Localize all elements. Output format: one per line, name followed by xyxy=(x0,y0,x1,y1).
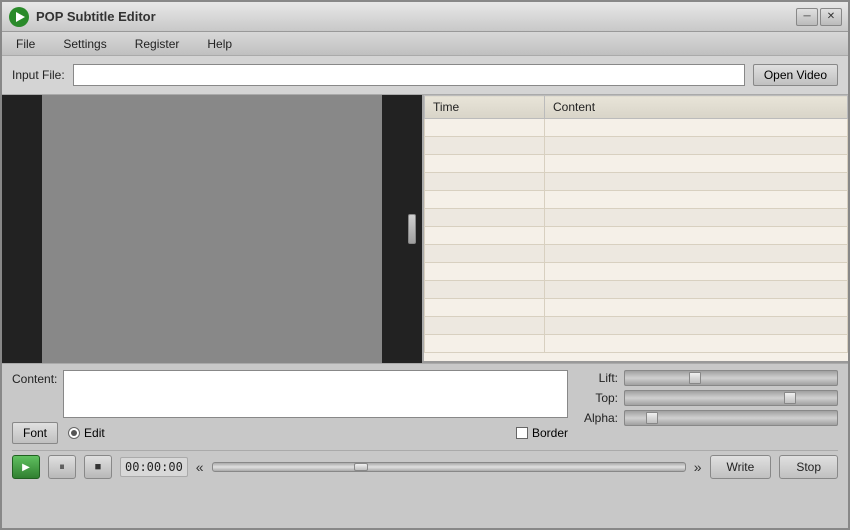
menu-settings[interactable]: Settings xyxy=(59,35,110,53)
menu-help[interactable]: Help xyxy=(203,35,236,53)
border-checkbox[interactable] xyxy=(516,427,528,439)
title-bar: POP Subtitle Editor ─ ✕ xyxy=(2,2,848,32)
table-row[interactable] xyxy=(425,299,848,317)
table-row[interactable] xyxy=(425,263,848,281)
write-button[interactable]: Write xyxy=(710,455,772,479)
stop-small-icon: ■ xyxy=(95,461,102,473)
table-row[interactable] xyxy=(425,227,848,245)
alpha-slider-row: Alpha: xyxy=(578,410,838,426)
play-button[interactable]: ▶ xyxy=(12,455,40,479)
border-check-row[interactable]: Border xyxy=(516,426,568,440)
menu-file[interactable]: File xyxy=(12,35,39,53)
border-label: Border xyxy=(532,426,568,440)
top-slider[interactable] xyxy=(624,390,838,406)
seek-forward-icon[interactable]: » xyxy=(694,459,702,475)
menu-register[interactable]: Register xyxy=(131,35,184,53)
top-thumb[interactable] xyxy=(784,392,796,404)
font-edit-row: Font Edit Border xyxy=(12,422,568,444)
content-label: Content: xyxy=(12,370,57,386)
alpha-thumb[interactable] xyxy=(646,412,658,424)
close-button[interactable]: ✕ xyxy=(820,8,842,26)
progress-thumb[interactable] xyxy=(354,463,368,471)
table-row[interactable] xyxy=(425,191,848,209)
window-controls: ─ ✕ xyxy=(796,8,842,26)
alpha-slider[interactable] xyxy=(624,410,838,426)
table-row[interactable] xyxy=(425,209,848,227)
subtitle-table: Time Content xyxy=(424,95,848,353)
table-row[interactable] xyxy=(425,245,848,263)
top-slider-row: Top: xyxy=(578,390,838,406)
edit-radio-circle[interactable] xyxy=(68,427,80,439)
open-video-button[interactable]: Open Video xyxy=(753,64,838,86)
main-area: Time Content xyxy=(2,95,848,363)
app-logo-icon xyxy=(8,6,30,28)
table-row[interactable] xyxy=(425,281,848,299)
table-row[interactable] xyxy=(425,335,848,353)
table-row[interactable] xyxy=(425,155,848,173)
bottom-area: Content: Font Edit Border xyxy=(2,363,848,489)
table-row[interactable] xyxy=(425,317,848,335)
playback-bar: ▶ ⏸ ■ 00:00:00 « » Write Stop xyxy=(12,450,838,483)
progress-bar[interactable] xyxy=(212,462,686,472)
edit-label: Edit xyxy=(84,426,105,440)
input-file-row: Input File: Open Video xyxy=(2,56,848,95)
app-window: POP Subtitle Editor ─ ✕ File Settings Re… xyxy=(0,0,850,530)
col-time: Time xyxy=(425,96,545,119)
top-label: Top: xyxy=(578,391,618,405)
left-controls: Content: Font Edit Border xyxy=(12,370,568,444)
video-panel xyxy=(2,95,422,363)
stop-small-button[interactable]: ■ xyxy=(84,455,112,479)
video-scroll-handle[interactable] xyxy=(408,214,416,244)
input-file-field[interactable] xyxy=(73,64,745,86)
seek-back-icon[interactable]: « xyxy=(196,459,204,475)
controls-row: Content: Font Edit Border xyxy=(12,370,838,444)
lift-thumb[interactable] xyxy=(689,372,701,384)
edit-radio-dot xyxy=(71,430,77,436)
alpha-label: Alpha: xyxy=(578,411,618,425)
content-row: Content: xyxy=(12,370,568,418)
edit-radio[interactable]: Edit xyxy=(68,426,105,440)
play-icon: ▶ xyxy=(22,462,30,473)
lift-slider[interactable] xyxy=(624,370,838,386)
video-display xyxy=(2,95,422,363)
minimize-button[interactable]: ─ xyxy=(796,8,818,26)
subtitle-panel: Time Content xyxy=(422,95,848,361)
title-left: POP Subtitle Editor xyxy=(8,6,156,28)
time-display: 00:00:00 xyxy=(120,457,188,477)
table-row[interactable] xyxy=(425,119,848,137)
menu-bar: File Settings Register Help xyxy=(2,32,848,56)
col-content: Content xyxy=(545,96,848,119)
pause-button[interactable]: ⏸ xyxy=(48,455,76,479)
pause-icon: ⏸ xyxy=(59,461,65,474)
app-title: POP Subtitle Editor xyxy=(36,9,156,24)
font-button[interactable]: Font xyxy=(12,422,58,444)
stop-button[interactable]: Stop xyxy=(779,455,838,479)
content-textarea[interactable] xyxy=(63,370,568,418)
table-row[interactable] xyxy=(425,137,848,155)
lift-label: Lift: xyxy=(578,371,618,385)
lift-slider-row: Lift: xyxy=(578,370,838,386)
table-row[interactable] xyxy=(425,173,848,191)
input-file-label: Input File: xyxy=(12,68,65,82)
right-controls: Lift: Top: Alpha: xyxy=(578,370,838,426)
